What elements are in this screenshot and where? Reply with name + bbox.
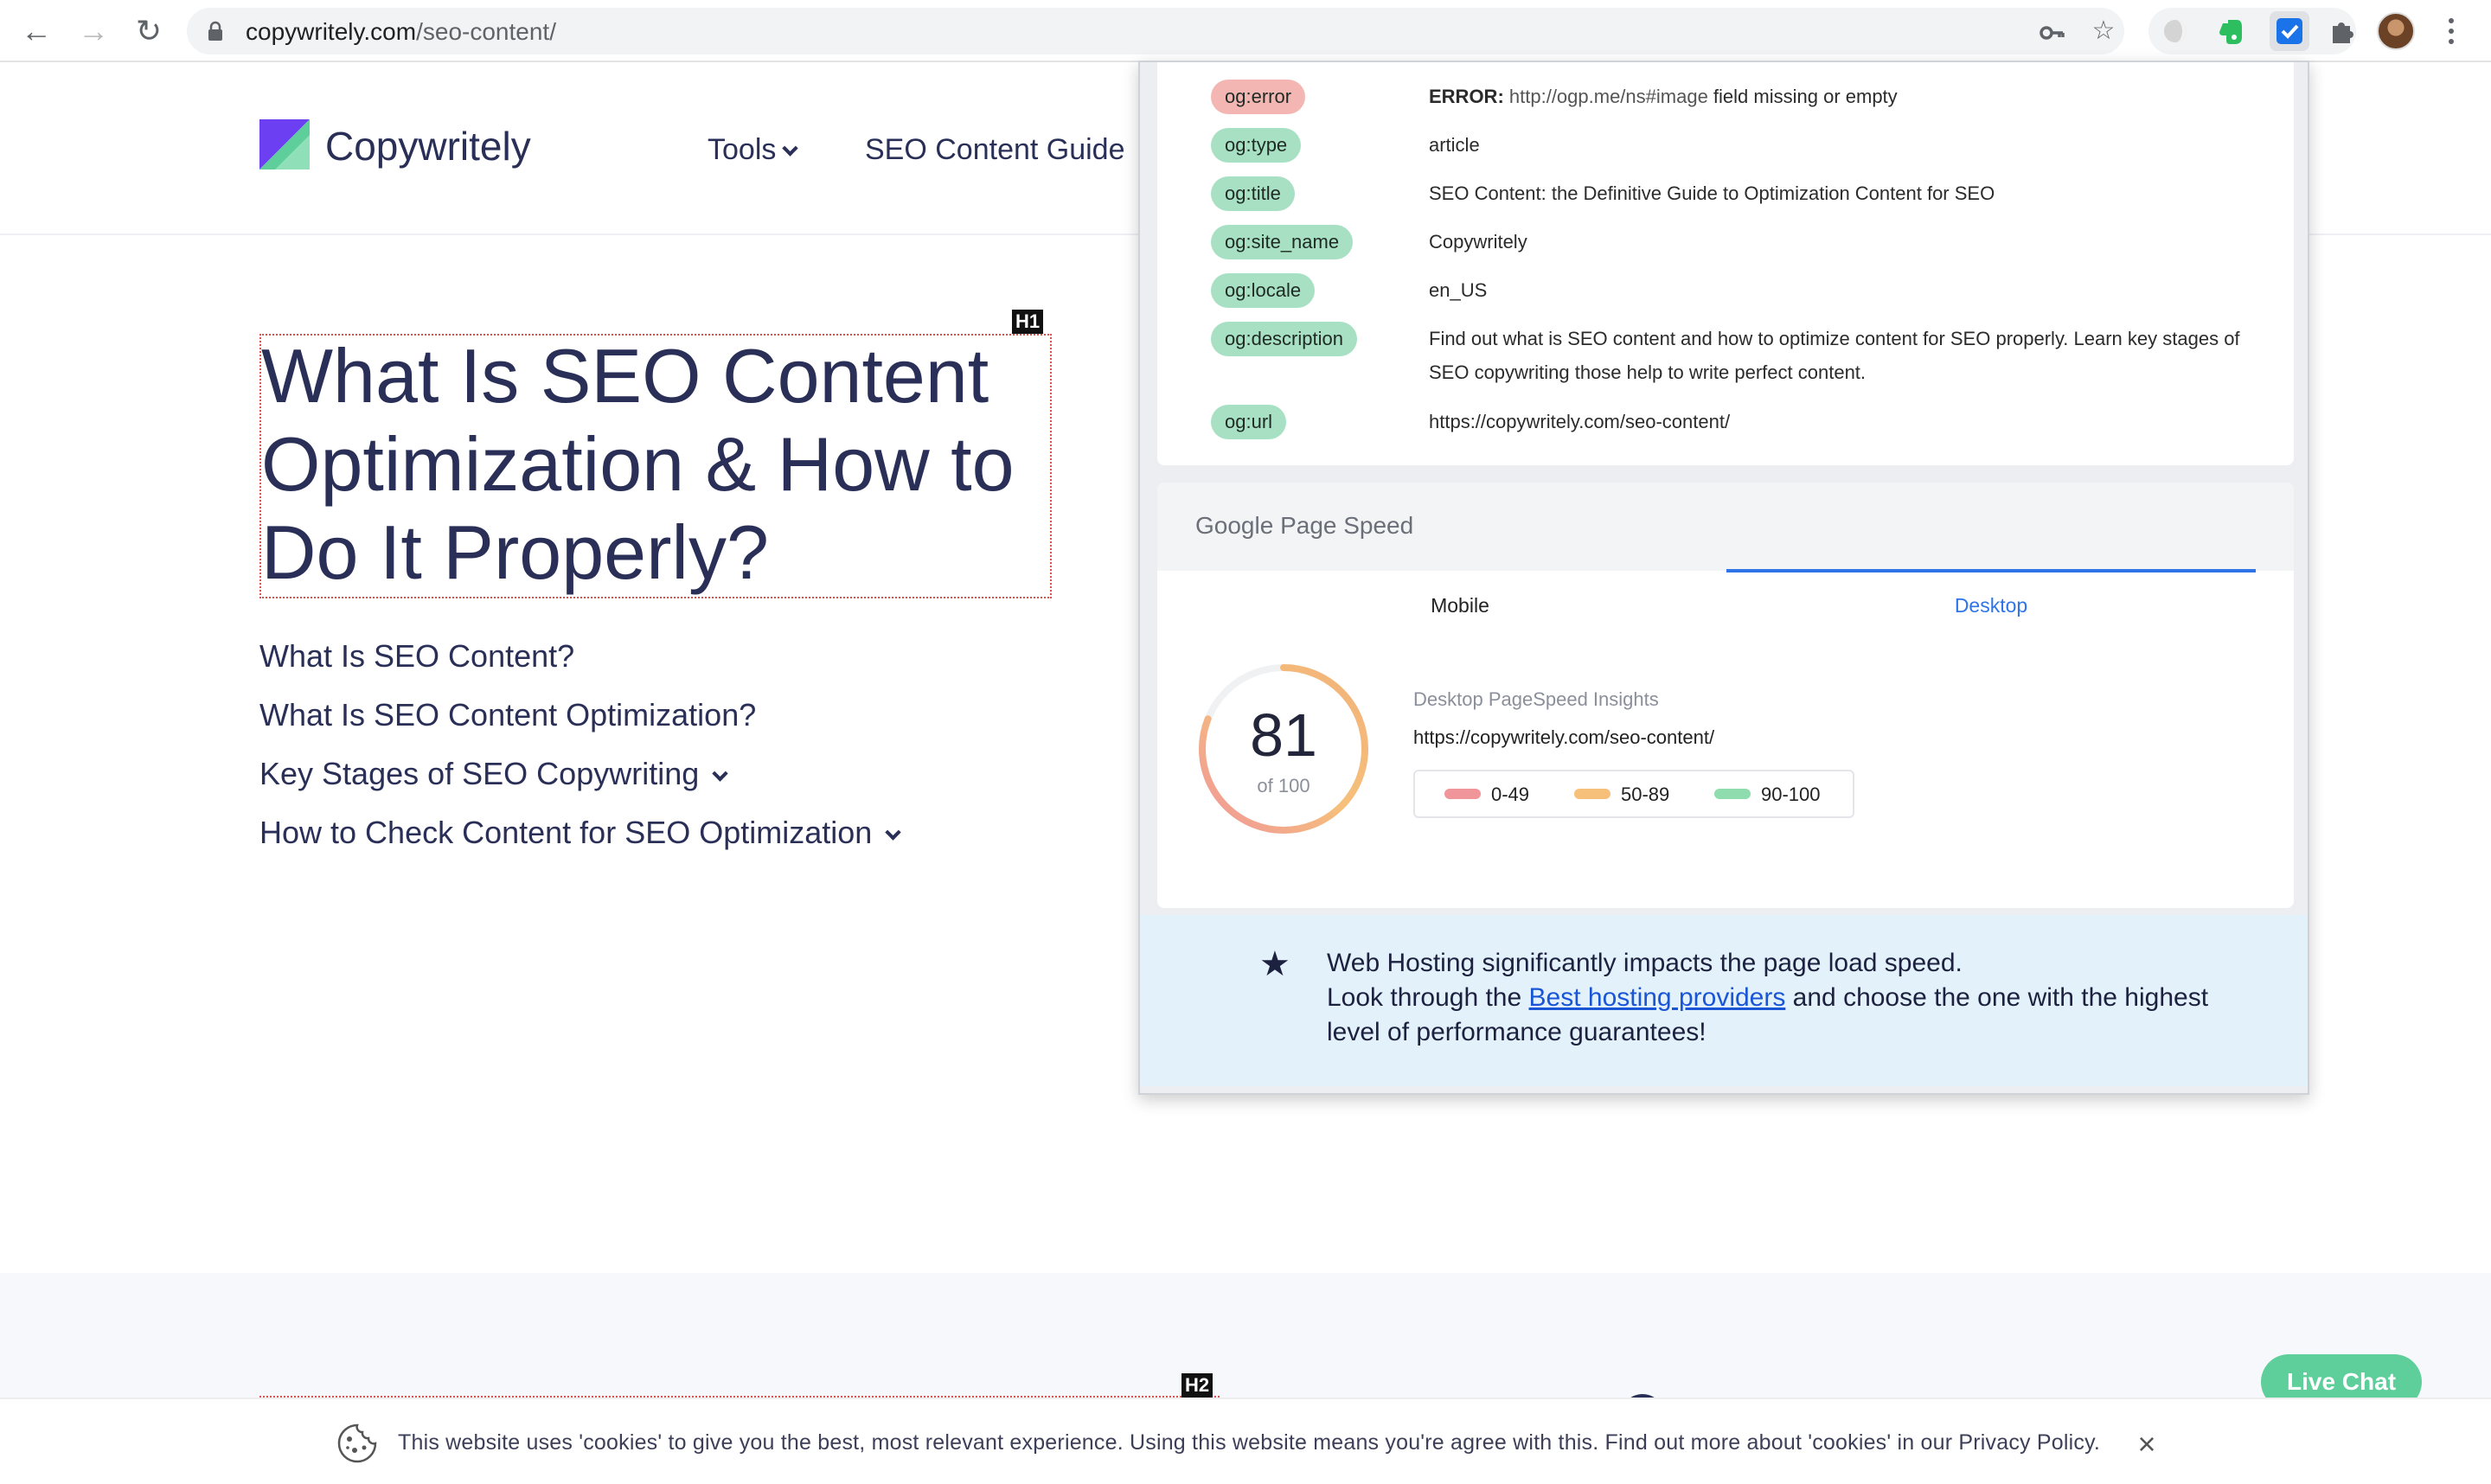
hosting-tip-line1: Web Hosting significantly impacts the pa… — [1327, 949, 1963, 977]
logo-text[interactable]: Copywritely — [325, 123, 531, 170]
star-icon[interactable]: ☆ — [2090, 17, 2117, 45]
og-value-type: article — [1429, 134, 1480, 156]
legend-item-high: 90-100 — [1714, 784, 1821, 806]
seo-extension-popup: og:error ERROR: http://ogp.me/ns#image f… — [1138, 61, 2309, 1095]
legend-label-mid: 50-89 — [1621, 784, 1670, 805]
close-icon[interactable]: × — [2131, 1429, 2162, 1460]
back-arrow-icon[interactable]: ← — [17, 12, 55, 50]
og-tag-title: og:title — [1211, 176, 1295, 211]
og-value-description: Find out what is SEO content and how to … — [1429, 328, 2240, 383]
pagespeed-header: Google Page Speed — [1157, 483, 2294, 571]
legend-label-low: 0-49 — [1491, 784, 1530, 805]
extension-grey-icon[interactable] — [2159, 15, 2192, 48]
cookie-icon — [337, 1423, 377, 1463]
toc-item-what-is-seo-content[interactable]: What Is SEO Content? — [259, 638, 574, 675]
og-value-error: ERROR: http://ogp.me/ns#image field miss… — [1429, 80, 2276, 113]
cookie-message: This website uses 'cookies' to give you … — [398, 1430, 2101, 1455]
hosting-tip-line2: Look through the Best hosting providers … — [1327, 981, 2261, 1050]
url-text: copywritely.com/seo-content/ — [246, 18, 556, 45]
nav-tools[interactable]: Tools — [708, 133, 799, 167]
legend-swatch-high — [1714, 789, 1751, 800]
toc-item-how-to-check[interactable]: How to Check Content for SEO Optimizatio… — [259, 815, 901, 851]
copywritely-extension-icon[interactable] — [2270, 11, 2309, 51]
og-tag-type: og:type — [1211, 128, 1302, 163]
profile-avatar[interactable] — [2377, 12, 2415, 50]
legend-item-low: 0-49 — [1444, 784, 1529, 806]
og-tag-locale: og:locale — [1211, 273, 1316, 308]
h1-tag-badge: H1 — [1012, 310, 1044, 334]
extensions-puzzle-icon[interactable] — [2325, 15, 2358, 48]
og-tag-site-name: og:site_name — [1211, 225, 1354, 259]
toc-item-key-stages-label: Key Stages of SEO Copywriting — [259, 756, 700, 791]
legend-swatch-low — [1444, 789, 1481, 800]
og-error-url: http://ogp.me/ns#image — [1503, 86, 1708, 107]
best-hosting-providers-link[interactable]: Best hosting providers — [1529, 983, 1786, 1012]
nav-seo-content-guide[interactable]: SEO Content Guide — [865, 133, 1125, 167]
hosting-tip: ★ Web Hosting significantly impacts the … — [1140, 915, 2308, 1086]
og-tag-error: og:error — [1211, 80, 1306, 114]
open-graph-card: og:error ERROR: http://ogp.me/ns#image f… — [1157, 62, 2294, 465]
og-value-title: SEO Content: the Definitive Guide to Opt… — [1429, 182, 1995, 204]
address-bar[interactable]: copywritely.com/seo-content/ ☆ — [187, 8, 2124, 54]
legend-item-mid: 50-89 — [1574, 784, 1669, 806]
score-of-label: of 100 — [1257, 775, 1310, 796]
tab-mobile[interactable]: Mobile — [1195, 571, 1725, 640]
h2-tag-badge: H2 — [1181, 1373, 1213, 1398]
legend-label-high: 90-100 — [1761, 784, 1821, 805]
og-error-strong: ERROR: — [1429, 86, 1504, 107]
pagespeed-card: Google Page Speed Mobile Desktop 81 of 1… — [1157, 483, 2294, 908]
score-legend: 0-49 50-89 90-100 — [1413, 770, 1854, 818]
reload-icon[interactable]: ↻ — [130, 12, 168, 50]
forward-arrow-icon[interactable]: → — [74, 12, 112, 50]
evernote-icon[interactable] — [2214, 15, 2247, 48]
chevron-down-icon — [712, 765, 728, 782]
og-tag-url: og:url — [1211, 405, 1287, 439]
toc-item-seo-content-optimization[interactable]: What Is SEO Content Optimization? — [259, 697, 756, 733]
nav-tools-label: Tools — [708, 133, 777, 166]
toc-item-key-stages[interactable]: Key Stages of SEO Copywriting — [259, 756, 728, 792]
menu-kebab-icon[interactable] — [2443, 12, 2460, 50]
pagespeed-title: Google Page Speed — [1195, 512, 1414, 539]
score-value: 81 — [1250, 701, 1317, 769]
chevron-down-icon — [885, 824, 901, 841]
og-value-locale: en_US — [1429, 279, 1488, 301]
og-error-tail: field missing or empty — [1707, 86, 1898, 107]
chevron-down-icon — [782, 140, 799, 157]
og-tag-description: og:description — [1211, 322, 1357, 356]
lock-icon — [208, 21, 222, 41]
hosting-tip-prefix: Look through the — [1327, 983, 1529, 1012]
copywritely-logo-icon[interactable] — [259, 119, 310, 170]
browser-toolbar: ← → ↻ copywritely.com/seo-content/ ☆ — [0, 0, 2491, 62]
pagespeed-insights-label: Desktop PageSpeed Insights — [1413, 688, 1659, 710]
hosting-tip-text: Web Hosting significantly impacts the pa… — [1327, 946, 2261, 1050]
og-value-url: https://copywritely.com/seo-content/ — [1429, 411, 1731, 432]
cookie-banner: This website uses 'cookies' to give you … — [0, 1398, 2491, 1484]
star-icon: ★ — [1259, 945, 1290, 983]
og-value-site-name: Copywritely — [1429, 231, 1527, 253]
pagespeed-url: https://copywritely.com/seo-content/ — [1413, 726, 1715, 748]
page-title: What Is SEO Content Optimization & How t… — [261, 333, 1015, 595]
key-icon[interactable] — [2038, 19, 2065, 47]
legend-swatch-mid — [1574, 789, 1611, 800]
tab-desktop[interactable]: Desktop — [1726, 571, 2256, 640]
toc-item-how-to-check-label: How to Check Content for SEO Optimizatio… — [259, 815, 873, 850]
